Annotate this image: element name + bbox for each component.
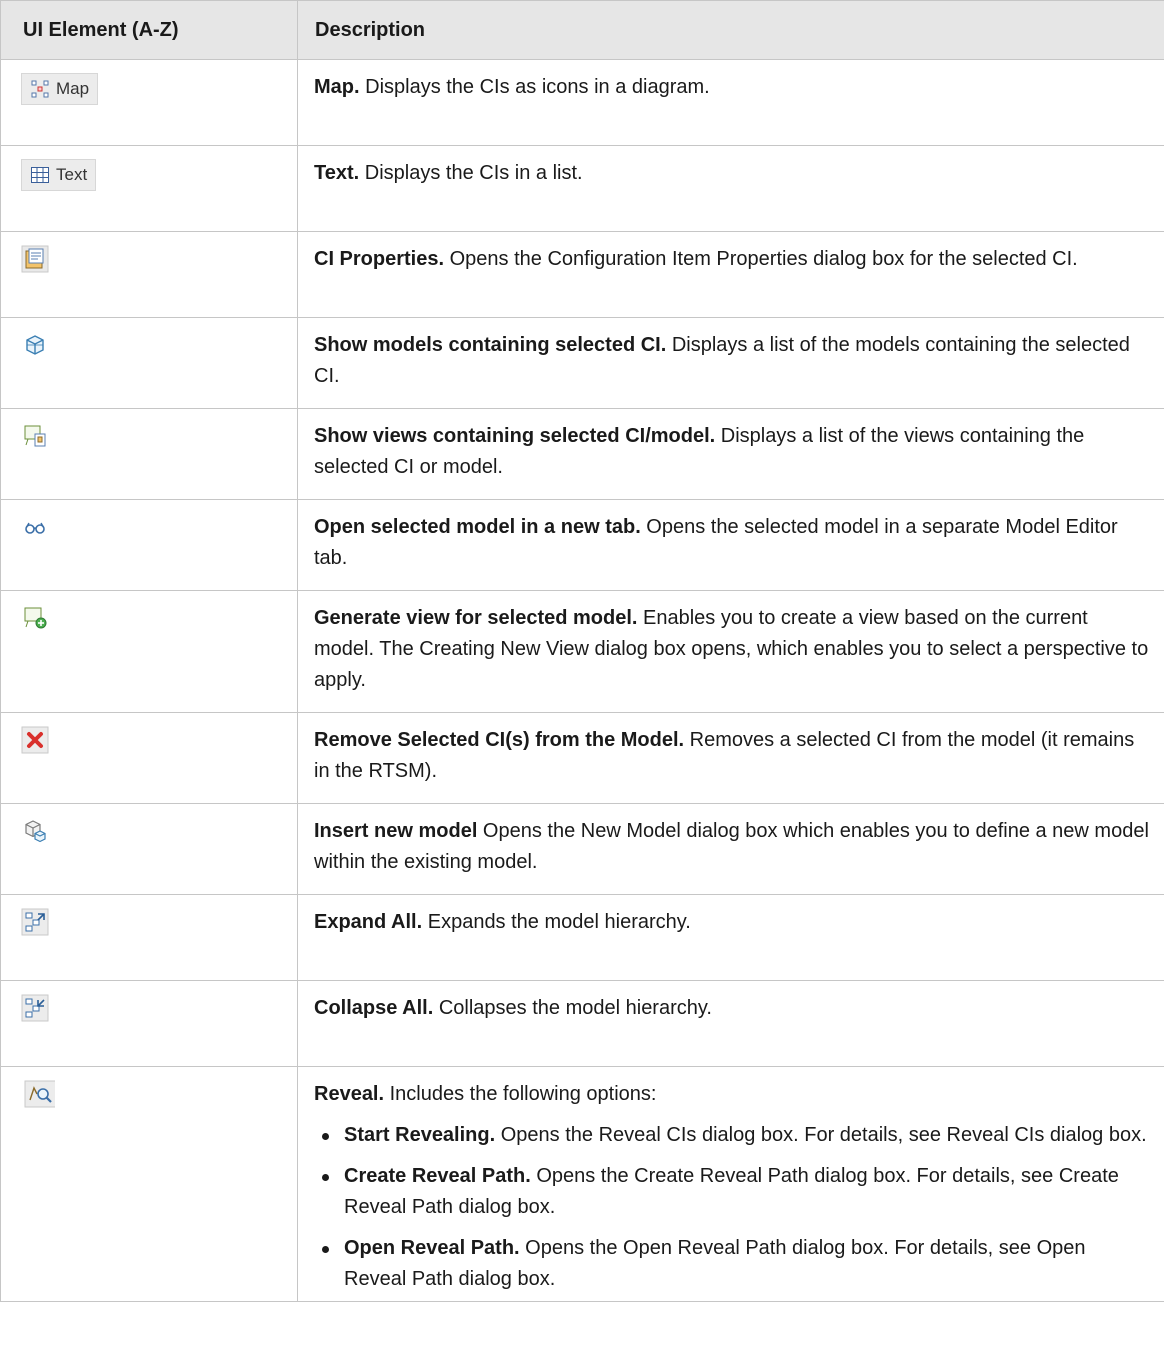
description-cell: Reveal. Includes the following options: … (297, 1066, 1164, 1302)
term: Generate view for selected model. (314, 607, 638, 629)
term: Collapse All. (314, 997, 434, 1019)
term-description: Includes the following options: (384, 1083, 657, 1105)
table-row: Collapse All. Collapses the model hierar… (0, 980, 1164, 1067)
map-icon (31, 80, 49, 98)
table-row: CI Properties. Opens the Configuration I… (0, 231, 1164, 318)
element-cell (0, 231, 298, 318)
element-cell (0, 408, 298, 500)
element-cell (0, 590, 298, 713)
term: Text. (314, 162, 360, 184)
description-cell: Open selected model in a new tab. Opens … (297, 499, 1164, 591)
element-cell (0, 317, 298, 409)
table-row: Show views containing selected CI/model.… (0, 408, 1164, 500)
table-row: Remove Selected CI(s) from the Model. Re… (0, 712, 1164, 804)
element-cell (0, 894, 298, 981)
term: Reveal. (314, 1083, 385, 1105)
description-cell: Expand All. Expands the model hierarchy. (297, 894, 1164, 981)
term-description: Collapses the model hierarchy. (433, 997, 712, 1019)
map-button[interactable]: Map (21, 73, 99, 105)
description-cell: Insert new model Opens the New Model dia… (297, 803, 1164, 895)
element-cell (0, 499, 298, 591)
list-item: Start Revealing. Opens the Reveal CIs di… (314, 1120, 1150, 1151)
list-item: Create Reveal Path. Opens the Create Rev… (314, 1161, 1150, 1223)
grid-table-icon (31, 167, 49, 183)
element-cell (0, 803, 298, 895)
option-description: Opens the Reveal CIs dialog box. For det… (495, 1124, 1147, 1146)
show-views-icon[interactable] (21, 422, 49, 450)
term-description: Expands the model hierarchy. (422, 911, 691, 933)
element-cell (0, 1066, 298, 1302)
term: Open selected model in a new tab. (314, 516, 641, 538)
table-row: Reveal. Includes the following options: … (0, 1066, 1164, 1302)
table-row: Open selected model in a new tab. Opens … (0, 499, 1164, 591)
term: Remove Selected CI(s) from the Model. (314, 729, 685, 751)
term-description: Opens the Configuration Item Properties … (444, 248, 1078, 270)
table-header-row: UI Element (A-Z) Description (0, 0, 1164, 60)
element-cell (0, 980, 298, 1067)
description-cell: Remove Selected CI(s) from the Model. Re… (297, 712, 1164, 804)
header-ui-element: UI Element (A-Z) (0, 0, 298, 60)
ui-elements-table: UI Element (A-Z) Description Map Map. Di… (0, 0, 1164, 1302)
model-cube-icon[interactable] (21, 331, 49, 359)
expand-all-icon[interactable] (21, 908, 49, 936)
description-cell: Text. Displays the CIs in a list. (297, 145, 1164, 232)
remove-x-icon[interactable] (21, 726, 49, 754)
term: Map. (314, 76, 360, 98)
table-row: Generate view for selected model. Enable… (0, 590, 1164, 713)
ci-properties-icon[interactable] (21, 245, 49, 273)
option-term: Start Revealing. (344, 1124, 496, 1146)
reveal-magnifier-icon[interactable] (21, 1080, 55, 1108)
collapse-all-icon[interactable] (21, 994, 49, 1022)
insert-model-icon[interactable] (21, 817, 49, 845)
generate-view-icon[interactable] (21, 604, 49, 632)
description-cell: Show views containing selected CI/model.… (297, 408, 1164, 500)
header-description: Description (297, 0, 1164, 60)
description-cell: Map. Displays the CIs as icons in a diag… (297, 59, 1164, 146)
description-cell: CI Properties. Opens the Configuration I… (297, 231, 1164, 318)
text-button-label: Text (56, 165, 88, 184)
table-row: Show models containing selected CI. Disp… (0, 317, 1164, 409)
element-cell: Text (0, 145, 298, 232)
option-term: Open Reveal Path. (344, 1237, 520, 1259)
list-item: Open Reveal Path. Opens the Open Reveal … (314, 1233, 1150, 1295)
glasses-icon[interactable] (21, 513, 49, 541)
table-row: Map Map. Displays the CIs as icons in a … (0, 59, 1164, 146)
term: Show models containing selected CI. (314, 334, 667, 356)
description-cell: Generate view for selected model. Enable… (297, 590, 1164, 713)
table-row: Insert new model Opens the New Model dia… (0, 803, 1164, 895)
text-button[interactable]: Text (21, 159, 97, 191)
term-description: Displays the CIs as icons in a diagram. (359, 76, 710, 98)
map-button-label: Map (56, 79, 90, 98)
table-row: Text Text. Displays the CIs in a list. (0, 145, 1164, 232)
option-term: Create Reveal Path. (344, 1165, 531, 1187)
reveal-options-list: Start Revealing. Opens the Reveal CIs di… (314, 1120, 1150, 1295)
description-cell: Show models containing selected CI. Disp… (297, 317, 1164, 409)
term-description: Displays the CIs in a list. (359, 162, 583, 184)
term: Expand All. (314, 911, 423, 933)
element-cell: Map (0, 59, 298, 146)
term: CI Properties. (314, 248, 445, 270)
term: Show views containing selected CI/model. (314, 425, 716, 447)
element-cell (0, 712, 298, 804)
description-cell: Collapse All. Collapses the model hierar… (297, 980, 1164, 1067)
table-row: Expand All. Expands the model hierarchy. (0, 894, 1164, 981)
term: Insert new model (314, 820, 478, 842)
